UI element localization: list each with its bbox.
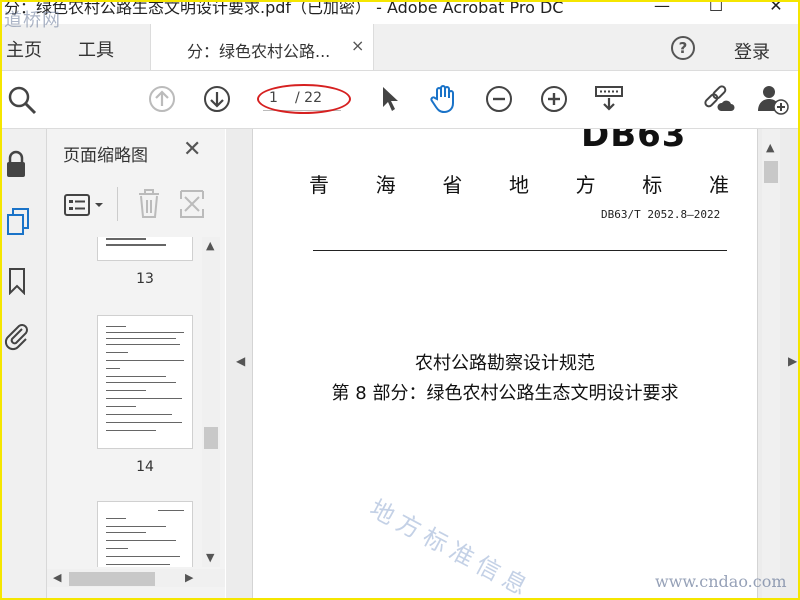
thumbnail-page-13[interactable] [97,237,193,261]
document-title-line2: 第 8 部分：绿色农村公路生态文明设计要求 [331,383,679,404]
toolbar: 1 / 22 [0,71,800,129]
province-standard-heading: 青 海 省 地 方 标 准 [309,173,729,197]
red-highlight-annotation [257,84,351,114]
panel-close-button[interactable]: ✕ [183,137,201,162]
scroll-thumb[interactable] [69,572,155,586]
share-link-icon[interactable] [701,83,735,115]
scroll-thumb[interactable] [204,427,218,449]
thumbnail-vertical-scrollbar[interactable]: ▲ ▼ [202,237,220,567]
scroll-right-arrow[interactable]: ▶ [185,571,193,584]
next-page-icon[interactable] [203,85,231,113]
header-rule [313,250,727,251]
expand-right-panel-arrow[interactable]: ▶ [788,354,797,368]
document-watermark: 地方标准信息 [365,494,538,600]
site-watermark: www.cndao.com [655,572,787,591]
attachment-icon[interactable] [4,321,30,351]
thumbnail-toolbar [47,175,225,235]
document-vertical-scrollbar[interactable]: ▲ [762,129,780,600]
login-button[interactable]: 登录 [734,38,770,64]
thumbnail-page-label: 14 [136,459,154,475]
site-logo-watermark: 道桥网 [4,10,61,31]
hand-tool-icon[interactable] [428,83,460,115]
scroll-thumb[interactable] [764,161,778,183]
thumbnail-horizontal-scrollbar[interactable]: ◀ ▶ [47,569,225,587]
scroll-up-arrow[interactable]: ▲ [206,239,214,252]
page-thumbnails-panel: 页面缩略图 ✕ 13 14 ▲ ▼ ◀ ▶ [47,129,225,600]
close-window-button[interactable]: ✕ [756,0,796,16]
scroll-up-arrow[interactable]: ▲ [766,141,774,154]
search-icon[interactable] [6,84,38,116]
thumbnail-page-label: 13 [136,271,154,287]
page-display-icon[interactable] [594,85,624,113]
bookmark-icon[interactable] [8,267,26,295]
thumbnail-list: 13 14 [47,237,207,567]
document-title-line1: 农村公路勘察设计规范 [415,353,595,374]
pdf-page: DB63 青 海 省 地 方 标 准 DB63/T 2052.8—2022 农村… [252,129,758,600]
select-cursor-icon[interactable] [380,85,402,113]
document-tab-label: 分：绿色农村公路... [187,42,331,61]
extract-page-icon[interactable] [179,189,205,219]
maximize-button[interactable]: ☐ [696,0,736,16]
zoom-in-icon[interactable] [540,85,568,113]
zoom-out-icon[interactable] [485,85,513,113]
thumbnail-options-icon[interactable] [63,193,109,217]
lock-icon[interactable] [4,149,28,179]
left-navigation-rail [0,129,47,600]
document-view: ◀ DB63 青 海 省 地 方 标 准 DB63/T 2052.8—2022 … [226,129,800,600]
previous-page-icon[interactable] [148,85,176,113]
panel-title: 页面缩略图 [63,146,148,166]
standard-number: DB63/T 2052.8—2022 [601,208,721,221]
scroll-left-arrow[interactable]: ◀ [53,571,61,584]
standard-code-logo: DB63 [581,129,687,155]
thumbnail-page-14[interactable] [97,315,193,449]
thumbnail-page-15[interactable] [97,501,193,567]
minimize-button[interactable]: — [642,0,682,16]
add-user-icon[interactable] [756,83,790,115]
collapse-left-panel-arrow[interactable]: ◀ [236,354,245,368]
menu-tools[interactable]: 工具 [78,36,114,62]
document-tab-close-button[interactable]: × [351,36,364,55]
document-tab[interactable]: 分：绿色农村公路... × [150,24,374,70]
window-title: 分：绿色农村公路生态文明设计要求.pdf（已加密） - Adobe Acroba… [4,0,564,17]
menu-bar: 主页 工具 分：绿色农村公路... × ? 登录 [0,24,800,71]
page-thumbnails-icon[interactable] [5,207,31,237]
delete-page-icon[interactable] [137,189,161,219]
title-bar: 分：绿色农村公路生态文明设计要求.pdf（已加密） - Adobe Acroba… [0,0,800,24]
help-icon[interactable]: ? [671,36,695,60]
menu-home[interactable]: 主页 [6,36,42,62]
scroll-down-arrow[interactable]: ▼ [206,551,214,564]
toolbar-divider [117,187,118,221]
